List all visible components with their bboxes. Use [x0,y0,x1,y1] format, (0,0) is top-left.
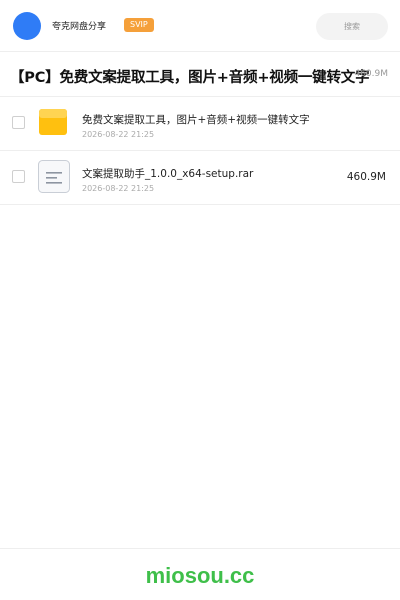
share-title: 【PC】免费文案提取工具，图片+音频+视频一键转文字 [10,70,370,86]
share-total-size: 460.9M [354,69,388,79]
file-name[interactable]: 文案提取助手_1.0.0_x64-setup.rar [82,166,253,181]
folder-icon [39,109,67,135]
share-page: 夸克网盘分享 SVIP 搜索 【PC】免费文案提取工具，图片+音频+视频一键转文… [0,0,400,600]
header: 夸克网盘分享 SVIP 搜索 [0,0,400,52]
file-row-archive[interactable]: 文案提取助手_1.0.0_x64-setup.rar 2026-08-22 21… [0,151,400,205]
file-row-folder[interactable]: 免费文案提取工具，图片+音频+视频一键转文字 2026-08-22 21:25 [0,97,400,151]
site-watermark[interactable]: miosou.cc [0,563,400,589]
file-name[interactable]: 免费文案提取工具，图片+音频+视频一键转文字 [82,112,310,127]
archive-file-icon [38,160,70,193]
svip-badge: SVIP [124,18,154,32]
file-size: 460.9M [346,171,386,183]
file-checkbox[interactable] [12,116,25,129]
file-checkbox[interactable] [12,170,25,183]
file-date: 2026-08-22 21:25 [82,130,155,139]
footer: miosou.cc [0,548,400,600]
search-button[interactable]: 搜索 [316,13,388,40]
avatar[interactable] [13,12,41,40]
file-date: 2026-08-22 21:25 [82,184,155,193]
username: 夸克网盘分享 [52,22,107,32]
share-title-bar: 【PC】免费文案提取工具，图片+音频+视频一键转文字 460.9M [0,53,400,97]
